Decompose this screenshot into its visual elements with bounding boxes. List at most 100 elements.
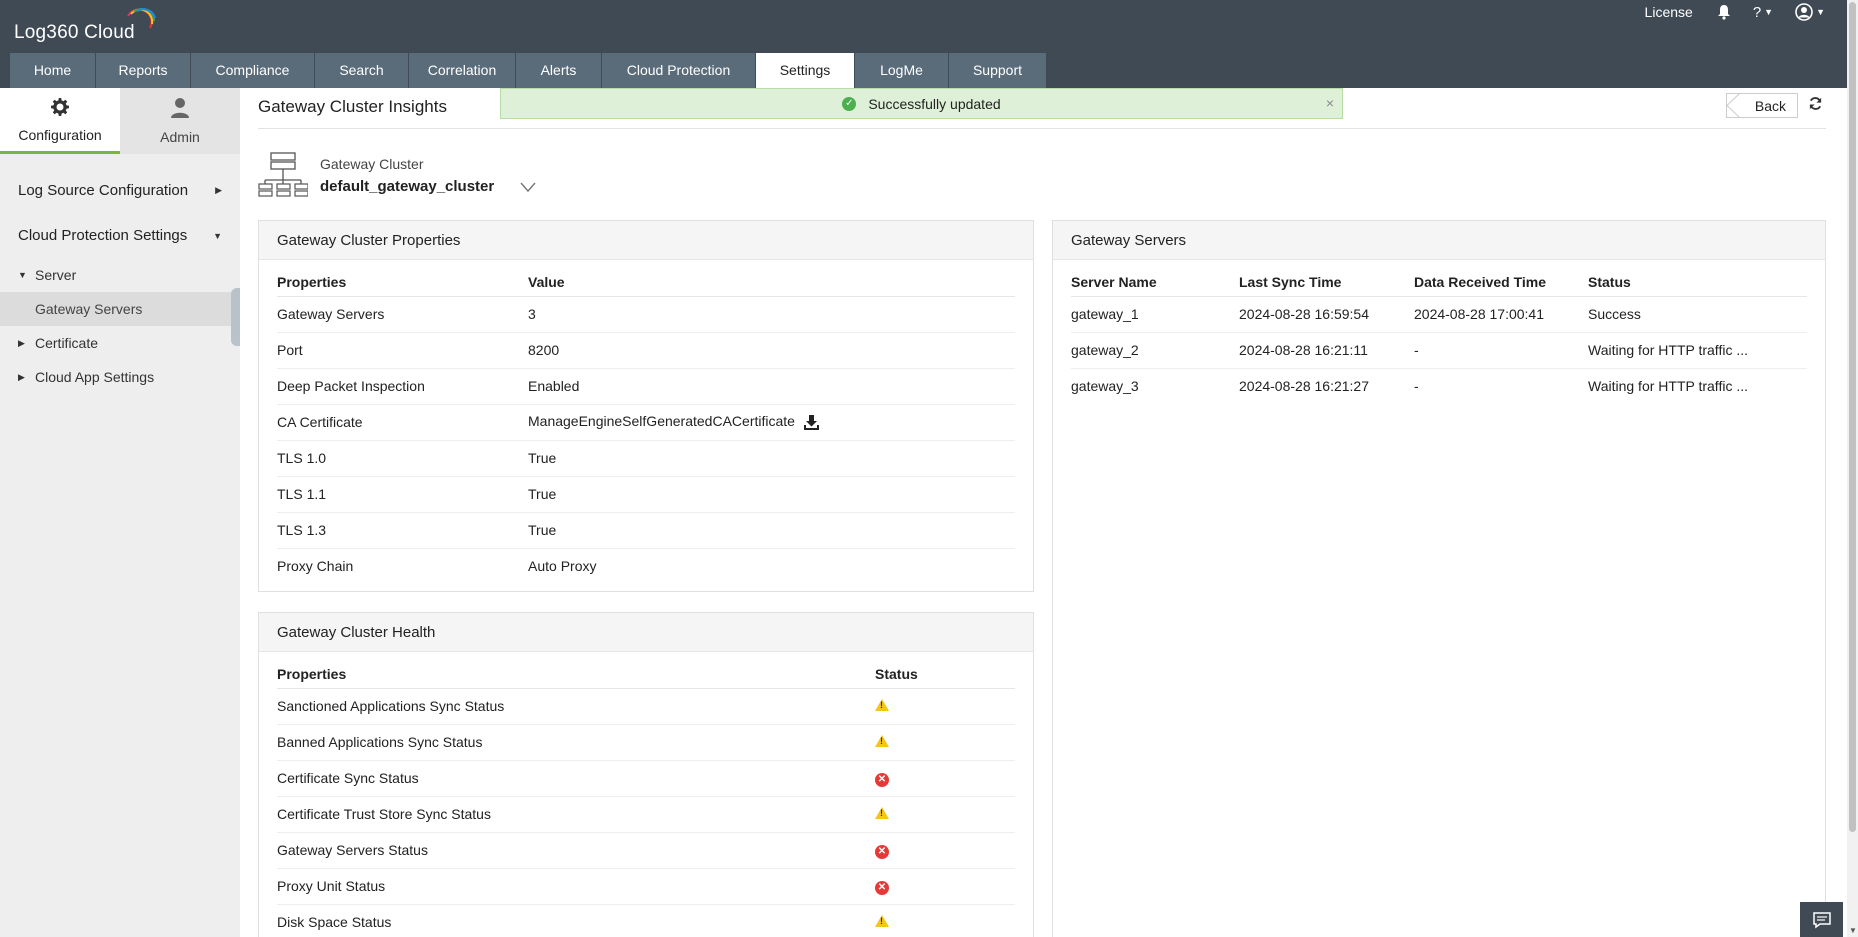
- scrollbar-thumb[interactable]: [1849, 2, 1856, 832]
- property-value: True: [528, 476, 1015, 513]
- status-cell: [875, 724, 1015, 761]
- data-received-time: 2024-08-28 17:00:41: [1414, 296, 1588, 333]
- last-sync-time: 2024-08-28 16:21:27: [1239, 378, 1369, 395]
- logo-arc-icon: [127, 8, 156, 29]
- chat-icon[interactable]: [1800, 902, 1843, 937]
- table-row: Proxy Chain Auto Proxy: [277, 548, 1015, 584]
- table-row: Sanctioned Applications Sync Status: [277, 688, 1015, 725]
- property-name: Proxy Chain: [277, 558, 354, 575]
- user-icon: [170, 97, 190, 125]
- table-row: Certificate Sync Status ✕: [277, 760, 1015, 797]
- caret-right-icon: ▶: [215, 185, 222, 195]
- check-icon: ✓: [842, 96, 857, 111]
- sidebar-tab-admin[interactable]: Admin: [120, 88, 240, 154]
- property-name: Deep Packet Inspection: [277, 368, 528, 405]
- tab-cloud-protection[interactable]: Cloud Protection: [602, 53, 756, 88]
- servers-table: Server Name Last Sync Time Data Received…: [1071, 260, 1807, 404]
- chevron-down-icon[interactable]: [520, 180, 536, 194]
- table-row: Gateway Servers Status ✕: [277, 832, 1015, 869]
- sidebar-item-server[interactable]: ▼ Server: [0, 258, 240, 292]
- refresh-icon[interactable]: [1808, 96, 1823, 116]
- table-header-row: Server Name Last Sync Time Data Received…: [1071, 260, 1807, 297]
- gear-icon: [50, 97, 70, 123]
- cluster-select[interactable]: default_gateway_cluster: [320, 178, 494, 195]
- help-icon[interactable]: ? ▼: [1753, 4, 1773, 21]
- status-cell: [875, 796, 1015, 833]
- column-header: Status: [875, 652, 1015, 689]
- chevron-down-icon: ▼: [1764, 7, 1774, 17]
- sidebar-tabs: Configuration Admin: [0, 88, 240, 154]
- column-header: Server Name: [1071, 260, 1239, 297]
- health-property-name: Certificate Trust Store Sync Status: [277, 796, 875, 833]
- table-row: Proxy Unit Status ✕: [277, 868, 1015, 905]
- sidebar-item-label: Server: [35, 267, 77, 283]
- sidebar-collapse-handle[interactable]: [231, 288, 240, 346]
- health-property-name: Banned Applications Sync Status: [277, 724, 875, 761]
- table-row: gateway_1 2024-08-28 16:59:54 2024-08-28…: [1071, 296, 1807, 333]
- sidebar-item-label: Cloud App Settings: [35, 369, 155, 385]
- tab-settings[interactable]: Settings: [756, 53, 855, 88]
- sidebar-tab-configuration[interactable]: Configuration: [0, 88, 120, 154]
- page-title: Gateway Cluster Insights: [258, 97, 447, 116]
- back-button[interactable]: Back: [1726, 93, 1798, 118]
- health-property-name: Gateway Servers Status: [277, 832, 875, 869]
- sidebar-section-cloud-protection[interactable]: Cloud Protection Settings ▼: [0, 213, 240, 258]
- table-header-row: Properties Status: [277, 652, 1015, 689]
- sidebar-tab-label: Configuration: [18, 126, 102, 143]
- sidebar-item-gateway-servers[interactable]: Gateway Servers: [0, 292, 240, 326]
- panel-title: Gateway Cluster Health: [259, 613, 1033, 652]
- server-status: Success: [1588, 296, 1807, 333]
- scroll-down-arrow-icon[interactable]: ▼: [1849, 926, 1857, 935]
- table-row: gateway_2 2024-08-28 16:21:11 - Waiting …: [1071, 332, 1807, 369]
- license-link[interactable]: License: [1645, 4, 1693, 20]
- user-menu-icon[interactable]: ▼: [1795, 3, 1825, 21]
- back-arrow-icon: [1726, 93, 1740, 118]
- sidebar-section-log-source[interactable]: Log Source Configuration ▶: [0, 168, 240, 213]
- server-cluster-icon: [258, 152, 308, 197]
- caret-down-icon: ▼: [18, 270, 27, 280]
- table-row: gateway_3 2024-08-28 16:21:27 - Waiting …: [1071, 368, 1807, 404]
- table-row: Certificate Trust Store Sync Status: [277, 796, 1015, 833]
- top-header: Log360 Cloud License ? ▼ ▼ Home Reports C…: [0, 0, 1847, 88]
- bell-icon[interactable]: [1717, 4, 1731, 20]
- chevron-down-icon: ▼: [1816, 7, 1825, 17]
- property-name: CA Certificate: [277, 404, 528, 441]
- tab-correlation[interactable]: Correlation: [409, 53, 516, 88]
- caret-right-icon: ▶: [18, 337, 25, 348]
- warning-icon: [875, 735, 889, 747]
- table-row: Banned Applications Sync Status: [277, 724, 1015, 761]
- table-row: TLS 1.3 True: [277, 512, 1015, 549]
- warning-icon: [875, 915, 889, 928]
- tab-search[interactable]: Search: [315, 53, 409, 88]
- property-value: ManageEngineSelfGeneratedCACertificate: [528, 413, 795, 430]
- warning-icon: [875, 807, 889, 819]
- column-header: Properties: [277, 260, 528, 297]
- property-name: TLS 1.0: [277, 440, 528, 477]
- data-received-time: -: [1414, 378, 1419, 395]
- close-icon[interactable]: ×: [1326, 95, 1334, 111]
- health-property-name: Certificate Sync Status: [277, 760, 875, 797]
- tab-alerts[interactable]: Alerts: [516, 53, 602, 88]
- tab-home[interactable]: Home: [10, 53, 96, 88]
- error-icon: ✕: [875, 844, 889, 859]
- tab-reports[interactable]: Reports: [96, 53, 191, 88]
- column-header: Last Sync Time: [1239, 260, 1414, 297]
- page-scrollbar[interactable]: ▼: [1847, 0, 1858, 937]
- sidebar-item-certificate[interactable]: ▶ Certificate: [0, 326, 240, 360]
- sidebar-tab-label: Admin: [160, 129, 200, 145]
- sidebar-section-label: Log Source Configuration: [18, 182, 189, 199]
- server-name: gateway_2: [1071, 332, 1239, 369]
- caret-right-icon: ▶: [18, 371, 25, 382]
- sidebar-item-cloud-app-settings[interactable]: ▶ Cloud App Settings: [0, 360, 240, 394]
- property-value: Auto Proxy: [528, 558, 597, 575]
- server-name: gateway_1: [1071, 296, 1239, 333]
- app-logo[interactable]: Log360 Cloud: [14, 22, 135, 44]
- tab-compliance[interactable]: Compliance: [191, 53, 315, 88]
- title-divider: [258, 128, 1826, 129]
- property-name: TLS 1.1: [277, 476, 528, 513]
- table-row: TLS 1.0 True: [277, 440, 1015, 477]
- download-icon[interactable]: [803, 414, 820, 431]
- tab-support[interactable]: Support: [949, 53, 1047, 88]
- sidebar: Configuration Admin Log Source Configura…: [0, 88, 240, 937]
- tab-logme[interactable]: LogMe: [855, 53, 949, 88]
